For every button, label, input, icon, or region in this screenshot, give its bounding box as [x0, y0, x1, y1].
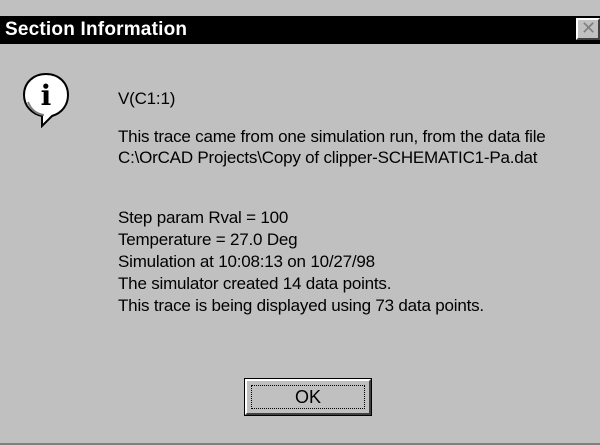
title-bar[interactable]: Section Information ✕	[0, 16, 600, 44]
window-top-edge	[0, 0, 600, 16]
trace-name: V(C1:1)	[118, 89, 176, 108]
simulation-time: Simulation at 10:08:13 on 10/27/98	[118, 252, 375, 271]
info-icon: i	[22, 72, 70, 128]
ok-button[interactable]: OK	[244, 378, 372, 416]
source-line-1: This trace came from one simulation run,…	[118, 127, 546, 146]
close-icon: ✕	[581, 18, 597, 39]
data-points-created: The simulator created 14 data points.	[118, 274, 392, 293]
info-icon-glyph: i	[41, 79, 52, 112]
step-param: Step param Rval = 100	[118, 208, 289, 227]
dialog-title: Section Information	[5, 19, 188, 40]
data-points-displayed: This trace is being displayed using 73 d…	[118, 296, 484, 315]
section-information-dialog: Section Information ✕ i V(C1:1) This tra…	[0, 0, 600, 445]
temperature: Temperature = 27.0 Deg	[118, 230, 298, 249]
source-line-2: C:\OrCAD Projects\Copy of clipper-SCHEMA…	[118, 148, 538, 167]
close-button[interactable]: ✕	[576, 18, 600, 40]
ok-button-label: OK	[294, 387, 321, 407]
